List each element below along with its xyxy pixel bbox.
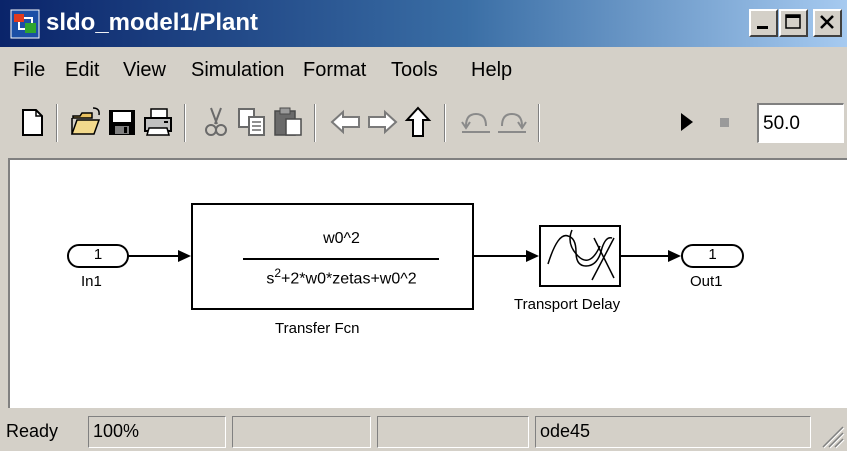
cut-icon — [205, 107, 227, 136]
stop-time-input[interactable] — [757, 103, 844, 143]
open-button[interactable] — [68, 104, 104, 140]
redo-button[interactable] — [494, 104, 530, 140]
transport-delay-label[interactable]: Transport Delay — [514, 296, 620, 313]
toolbar — [0, 94, 847, 156]
simulink-app-icon[interactable] — [10, 9, 40, 39]
save-icon — [109, 110, 135, 135]
menu-edit[interactable]: Edit — [65, 56, 99, 84]
paste-icon — [274, 107, 302, 136]
status-field-2 — [232, 416, 371, 448]
status-state: Ready — [6, 421, 59, 441]
inport-label[interactable]: In1 — [81, 273, 102, 290]
inport-number: 1 — [93, 246, 103, 263]
toolbar-separator — [314, 104, 316, 142]
transfer-fcn-block — [191, 203, 474, 310]
arrowhead — [668, 250, 681, 262]
new-button[interactable] — [14, 104, 50, 140]
open-icon — [70, 107, 101, 135]
window-title: sldo_model1/Plant — [46, 9, 259, 36]
menu-bar: File Edit View Simulation Format Tools H… — [0, 48, 847, 92]
start-icon — [681, 113, 693, 131]
paste-button[interactable] — [270, 104, 306, 140]
undo-button[interactable] — [458, 104, 494, 140]
outport-label[interactable]: Out1 — [690, 273, 723, 290]
back-button[interactable] — [328, 104, 364, 140]
new-icon — [22, 109, 43, 136]
close-button[interactable] — [813, 9, 842, 37]
minimize-button[interactable] — [749, 9, 778, 37]
copy-icon — [238, 108, 265, 136]
transfer-fcn-fraction-bar — [243, 258, 439, 260]
status-zoom: 100% — [88, 416, 226, 448]
menu-file[interactable]: File — [13, 56, 45, 84]
up-button[interactable] — [400, 104, 436, 140]
menu-format[interactable]: Format — [303, 56, 366, 84]
maximize-icon — [785, 14, 801, 29]
transport-delay-block — [539, 225, 621, 287]
toolbar-separator — [56, 104, 58, 142]
status-bar: Ready 100% ode45 — [0, 412, 847, 451]
menu-help[interactable]: Help — [471, 56, 512, 84]
transfer-fcn-denominator: s2+2*w0*zetas+w0^2 — [200, 266, 483, 288]
back-icon — [330, 109, 360, 135]
start-simulation-button[interactable] — [668, 104, 704, 140]
redo-icon — [498, 112, 527, 133]
transfer-fcn-label[interactable]: Transfer Fcn — [275, 320, 359, 337]
forward-icon — [368, 109, 398, 135]
toolbar-separator — [538, 104, 540, 142]
status-solver: ode45 — [535, 416, 811, 448]
arrowhead — [178, 250, 191, 262]
menu-view[interactable]: View — [123, 56, 166, 84]
print-icon — [144, 108, 172, 136]
maximize-button[interactable] — [779, 9, 808, 37]
undo-icon — [461, 112, 490, 133]
outport-number: 1 — [708, 246, 717, 263]
transfer-fcn-numerator: w0^2 — [323, 230, 360, 247]
transfer-fcn-den-rest: +2*w0*zetas+w0^2 — [281, 270, 417, 288]
minimize-icon — [757, 26, 768, 29]
arrowhead — [526, 250, 539, 262]
stop-icon — [720, 118, 729, 127]
cut-button[interactable] — [198, 104, 234, 140]
save-button[interactable] — [104, 104, 140, 140]
up-icon — [404, 106, 432, 137]
menu-tools[interactable]: Tools — [391, 56, 438, 84]
resize-grip-icon[interactable] — [815, 419, 845, 449]
status-field-3 — [377, 416, 529, 448]
copy-button[interactable] — [234, 104, 270, 140]
model-canvas[interactable]: 1 In1 w0^2 s2+2*w0*zetas+w0^2 Transfer F… — [8, 158, 847, 408]
title-bar[interactable]: sldo_model1/Plant — [0, 0, 847, 47]
forward-button[interactable] — [364, 104, 400, 140]
simulink-window: sldo_model1/Plant File Edit View Simulat… — [0, 0, 847, 451]
menu-simulation[interactable]: Simulation — [191, 56, 284, 84]
close-icon — [820, 15, 834, 29]
toolbar-separator — [444, 104, 446, 142]
stop-simulation-button[interactable] — [708, 104, 744, 140]
print-button[interactable] — [140, 104, 176, 140]
toolbar-separator — [184, 104, 186, 142]
